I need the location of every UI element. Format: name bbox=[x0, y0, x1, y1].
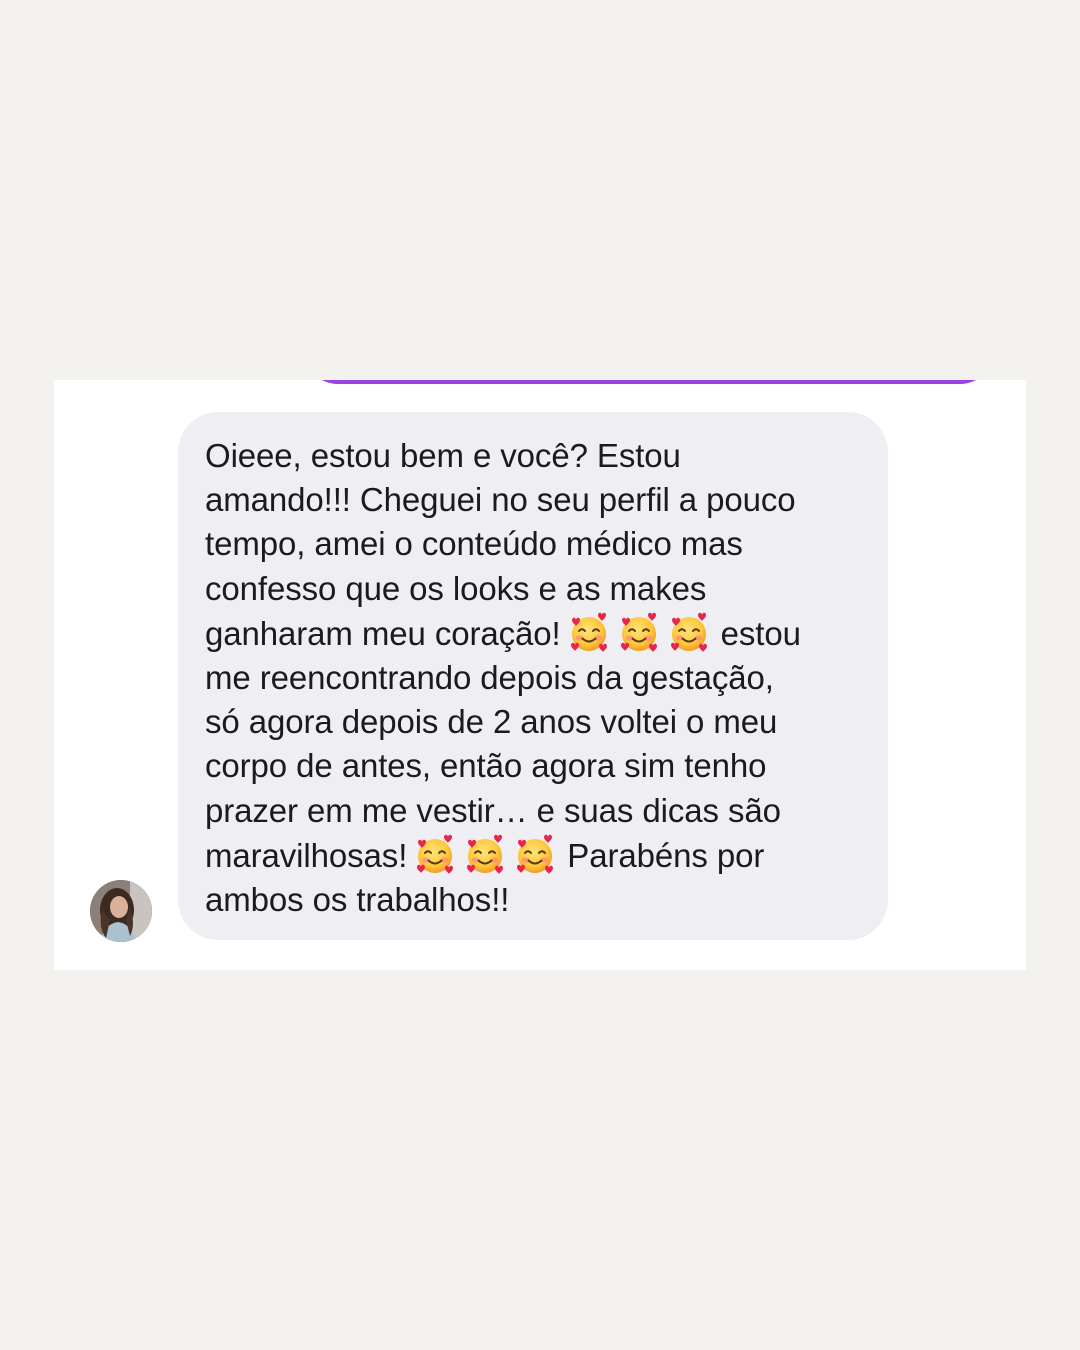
smiling-face-with-hearts-icon bbox=[567, 611, 611, 655]
emoji-group bbox=[567, 611, 717, 656]
emoji-group bbox=[413, 833, 563, 878]
message-line: confesso que os looks e as makes bbox=[205, 569, 707, 607]
message-line: me reencontrando depois da gestação, bbox=[205, 659, 774, 697]
smiling-face-with-hearts-icon bbox=[667, 611, 711, 655]
message-line: ambos os trabalhos!! bbox=[205, 881, 510, 919]
message-text: maravilhosas! bbox=[205, 836, 408, 874]
smiling-face-with-hearts-icon bbox=[463, 833, 507, 877]
message-line: amando!!! Cheguei no seu perfil a pouco bbox=[205, 481, 796, 519]
message-text: ganharam meu coração! bbox=[205, 614, 561, 652]
smiling-face-with-hearts-icon bbox=[413, 833, 457, 877]
message-line-with-emoji: maravilhosas! Parabéns por bbox=[205, 833, 868, 878]
message-line-with-emoji: ganharam meu coração! estou bbox=[205, 611, 868, 656]
profile-photo bbox=[90, 880, 152, 942]
smiling-face-with-hearts-icon bbox=[617, 611, 661, 655]
message-line: só agora depois de 2 anos voltei o meu bbox=[205, 703, 778, 741]
message-text: estou bbox=[720, 614, 801, 652]
sent-message-bubble[interactable] bbox=[304, 380, 994, 384]
message-line: Oieee, estou bem e você? Estou bbox=[205, 437, 681, 474]
message-line: corpo de antes, então agora sim tenho bbox=[205, 747, 767, 785]
message-line: prazer em me vestir… e suas dicas são bbox=[205, 791, 781, 829]
avatar[interactable] bbox=[90, 880, 152, 942]
smiling-face-with-hearts-icon bbox=[513, 833, 557, 877]
chat-screenshot-card: Oieee, estou bem e você? Estou amando!!!… bbox=[54, 380, 1026, 970]
message-line: tempo, amei o conteúdo médico mas bbox=[205, 525, 743, 563]
received-message-bubble[interactable]: Oieee, estou bem e você? Estou amando!!!… bbox=[178, 412, 888, 940]
message-text: Parabéns por bbox=[567, 836, 765, 874]
